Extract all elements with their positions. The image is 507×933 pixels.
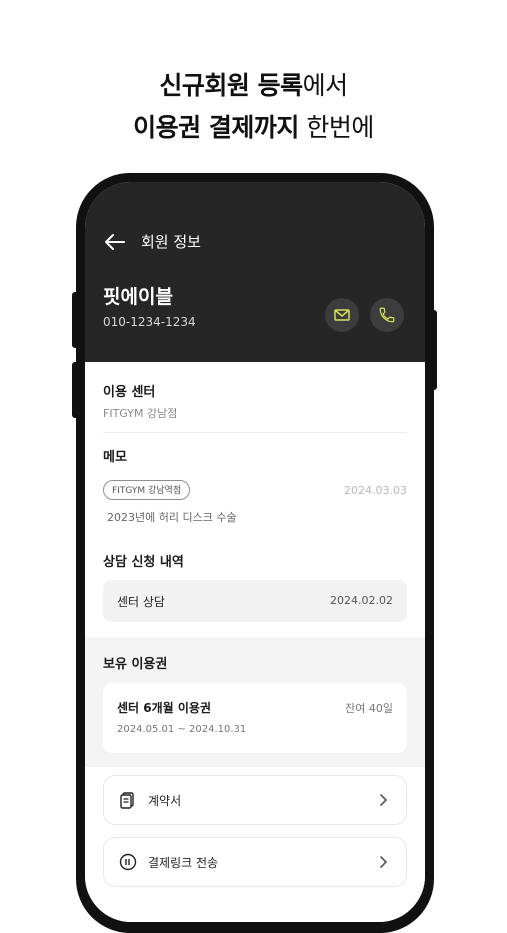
memo-text: 2023년에 허리 디스크 수술 xyxy=(107,511,237,524)
headline-line-2: 이용권 결제까지 한번에 xyxy=(0,108,507,144)
consult-item-title: 센터 상담 xyxy=(117,595,165,609)
action-menu: 계약서 결제링크 전송 xyxy=(85,767,425,922)
arrow-left-icon[interactable] xyxy=(103,230,129,254)
chevron-right-icon xyxy=(380,794,387,806)
headline-light-2: 한번에 xyxy=(298,113,374,142)
pass-remaining: 잔여 40일 xyxy=(345,702,393,715)
member-header: 회원 정보 핏에이블 010-1234-1234 xyxy=(85,182,425,362)
memo-center-tag: FITGYM 강남역점 xyxy=(103,480,191,500)
pass-period: 2024.05.01 ~ 2024.10.31 xyxy=(117,724,247,735)
headline-line-1: 신규회원 등록에서 xyxy=(0,66,507,102)
consult-item-date: 2024.02.02 xyxy=(330,594,393,607)
page-title: 회원 정보 xyxy=(141,233,201,251)
consult-item[interactable]: 센터 상담 2024.02.02 xyxy=(103,580,407,622)
center-value: FITGYM 강남점 xyxy=(103,407,178,420)
contract-menu-item[interactable]: 계약서 xyxy=(103,775,407,825)
call-button[interactable] xyxy=(370,298,404,332)
member-info-card: 이용 센터 FITGYM 강남점 메모 FITGYM 강남역점 2024.03.… xyxy=(85,362,425,638)
contract-label: 계약서 xyxy=(148,794,182,808)
headline-bold-1: 신규회원 등록 xyxy=(159,71,303,100)
phone-screen: 회원 정보 핏에이블 010-1234-1234 이용 센터 FITGYM 강남… xyxy=(85,182,425,922)
headline-bold-2: 이용권 결제까지 xyxy=(133,113,299,142)
phone-icon xyxy=(379,307,395,323)
headline-light-1: 에서 xyxy=(302,71,349,100)
pass-title: 센터 6개월 이용권 xyxy=(117,701,211,715)
memo-label: 메모 xyxy=(103,450,127,465)
payment-link-menu-item[interactable]: 결제링크 전송 xyxy=(103,837,407,887)
chevron-right-icon xyxy=(380,856,387,868)
member-phone: 010-1234-1234 xyxy=(103,315,196,329)
passes-label: 보유 이용권 xyxy=(103,657,168,672)
member-name: 핏에이블 xyxy=(103,286,173,308)
payment-link-icon xyxy=(119,853,137,871)
phone-frame: 회원 정보 핏에이블 010-1234-1234 이용 센터 FITGYM 강남… xyxy=(76,173,434,933)
mail-icon xyxy=(334,309,350,321)
send-mail-button[interactable] xyxy=(325,298,359,332)
consult-label: 상담 신청 내역 xyxy=(103,555,184,570)
divider xyxy=(103,432,407,433)
pass-card[interactable]: 센터 6개월 이용권 2024.05.01 ~ 2024.10.31 잔여 40… xyxy=(103,683,407,753)
memo-date: 2024.03.03 xyxy=(344,484,407,497)
center-label: 이용 센터 xyxy=(103,385,156,400)
payment-link-label: 결제링크 전송 xyxy=(148,856,219,870)
document-icon xyxy=(120,792,134,809)
